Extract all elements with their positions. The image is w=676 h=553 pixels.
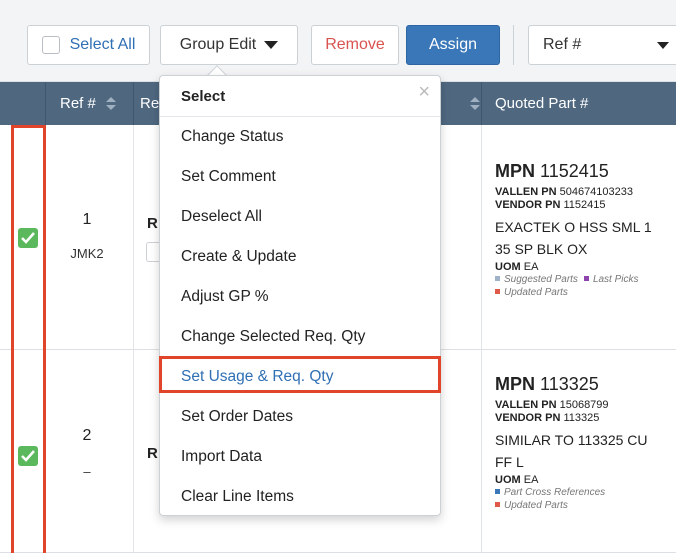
menu-item-clear-line-items[interactable]: Clear Line Items — [160, 477, 440, 517]
group-edit-menu: Select × Change Status Set Comment Desel… — [159, 75, 441, 516]
tag-suggested-parts: Suggested Parts — [495, 273, 578, 286]
assign-label: Assign — [428, 36, 478, 53]
part-tags: Suggested Parts Last Picks Updated Parts — [495, 273, 676, 299]
menu-item-set-comment[interactable]: Set Comment — [160, 157, 440, 197]
part-description-cont: FF L — [495, 454, 524, 470]
group-edit-label: Group Edit — [179, 36, 257, 53]
part-description: EXACTEK O HSS SML 1 — [495, 219, 652, 235]
column-header-ref-label: Ref # — [60, 95, 96, 112]
menu-item-change-selected-req-qty[interactable]: Change Selected Req. Qty — [160, 317, 440, 357]
remove-button[interactable]: Remove — [311, 25, 399, 65]
menu-header: Select — [160, 76, 440, 117]
column-divider — [481, 125, 482, 553]
tag-part-cross-references: Part Cross References — [495, 486, 605, 499]
select-all-label: Select All — [69, 36, 136, 53]
tag-updated-parts: Updated Parts — [495, 499, 568, 512]
menu-header-label: Select — [181, 87, 226, 105]
quoted-part-cell: MPN 1152415 VALLEN PN 504674103233 VENDO… — [495, 161, 676, 299]
menu-item-highlight — [159, 356, 441, 393]
toolbar: Select All Group Edit Remove Assign Ref … — [0, 0, 676, 82]
header-divider — [481, 82, 482, 125]
uom: UOM EA — [495, 261, 539, 273]
column-header-quoted-part[interactable]: Quoted Part # — [495, 82, 588, 125]
part-description-cont: 35 SP BLK OX — [495, 241, 588, 257]
column-header-requested-label: Re — [140, 95, 160, 112]
part-tags: Part Cross References Updated Parts — [495, 486, 676, 512]
mpn-line[interactable]: MPN 113325 — [495, 374, 676, 395]
column-header-requested[interactable]: Re — [140, 82, 159, 125]
ref-number: 1 — [82, 211, 92, 228]
group-edit-button[interactable]: Group Edit — [160, 25, 298, 65]
caret-down-icon — [657, 42, 669, 49]
menu-item-set-order-dates[interactable]: Set Order Dates — [160, 397, 440, 437]
square-icon — [495, 276, 500, 281]
mpn-line[interactable]: MPN 1152415 — [495, 161, 676, 182]
menu-item-deselect-all[interactable]: Deselect All — [160, 197, 440, 237]
remove-label: Remove — [325, 36, 385, 53]
square-icon — [495, 289, 500, 294]
header-divider — [45, 82, 46, 125]
square-icon — [583, 276, 589, 281]
vallen-pn: VALLEN PN 15068799 — [495, 399, 609, 411]
column-divider — [133, 125, 134, 553]
ref-select-value: Ref # — [543, 36, 582, 53]
requested-cell-text: R — [147, 445, 158, 462]
column-header-ref[interactable]: Ref # — [60, 82, 116, 125]
caret-down-icon — [264, 41, 279, 49]
menu-item-import-data[interactable]: Import Data — [160, 437, 440, 477]
sort-icon[interactable] — [470, 97, 480, 111]
vendor-pn: VENDOR PN 1152415 — [495, 199, 606, 211]
menu-item-change-status[interactable]: Change Status — [160, 117, 440, 157]
menu-item-adjust-gp[interactable]: Adjust GP % — [160, 277, 440, 317]
ref-number: 2 — [82, 427, 92, 444]
close-icon[interactable]: × — [418, 82, 430, 102]
menu-item-create-update[interactable]: Create & Update — [160, 237, 440, 277]
select-all-button[interactable]: Select All — [27, 25, 150, 65]
requested-cell-text: R — [147, 215, 158, 232]
square-icon — [495, 502, 500, 507]
requested-input[interactable] — [146, 242, 160, 262]
uom: UOM EA — [495, 474, 539, 486]
checkbox-column-highlight — [11, 125, 46, 553]
part-description: SIMILAR TO 113325 CU — [495, 432, 648, 448]
vallen-pn: VALLEN PN 504674103233 — [495, 186, 634, 198]
tag-last-picks: Last Picks — [583, 273, 639, 286]
header-divider — [133, 82, 134, 125]
ref-subtext: – — [83, 464, 91, 479]
assign-button[interactable]: Assign — [406, 25, 500, 65]
ref-subtext: JMK2 — [70, 246, 104, 261]
toolbar-divider — [513, 25, 514, 65]
square-icon — [495, 489, 500, 494]
sort-icon[interactable] — [105, 96, 116, 111]
select-all-checkbox[interactable] — [41, 36, 60, 54]
ref-sort-select[interactable]: Ref # — [528, 25, 676, 65]
tag-updated-parts: Updated Parts — [495, 286, 568, 299]
quoted-part-cell: MPN 113325 VALLEN PN 15068799 VENDOR PN … — [495, 374, 676, 512]
column-header-quoted-part-label: Quoted Part # — [495, 95, 589, 112]
vendor-pn: VENDOR PN 113325 — [495, 412, 600, 424]
